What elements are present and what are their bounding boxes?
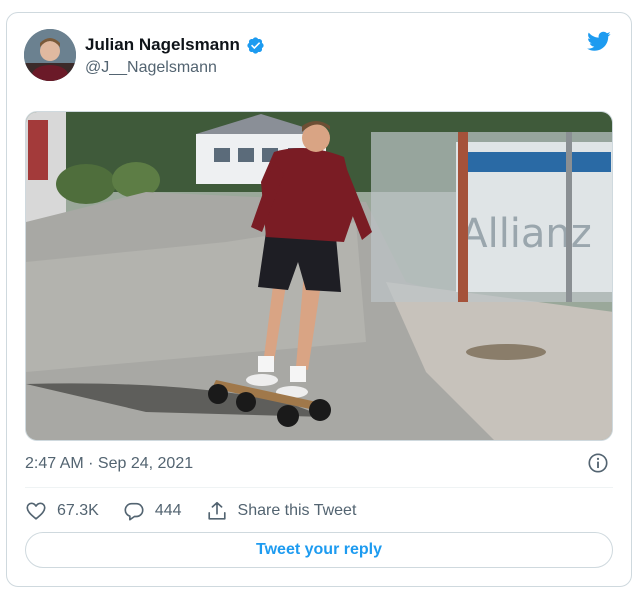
author-name[interactable]: Julian Nagelsmann <box>85 35 240 55</box>
tweet-timestamp[interactable]: 2:47 AM · Sep 24, 2021 <box>25 455 193 473</box>
allianz-sign: Allianz <box>460 211 592 257</box>
tweet-actions: 67.3K 444 Share this Tweet <box>25 497 380 525</box>
tweet-photo[interactable]: Allianz <box>25 111 613 441</box>
share-label: Share this Tweet <box>237 502 357 519</box>
reply-count-button[interactable]: 444 <box>123 500 182 522</box>
verified-badge-icon <box>247 36 264 54</box>
like-count: 67.3K <box>57 502 99 519</box>
share-button[interactable]: Share this Tweet <box>206 500 357 522</box>
reply-count: 444 <box>154 502 182 519</box>
info-icon[interactable] <box>587 452 609 474</box>
heart-icon <box>26 502 46 520</box>
twitter-logo-icon[interactable] <box>585 29 613 53</box>
reply-icon <box>124 502 144 521</box>
tweet-your-reply-button[interactable]: Tweet your reply <box>25 532 613 568</box>
like-button[interactable]: 67.3K <box>25 500 99 522</box>
author-handle[interactable]: @J__Nagelsmann <box>85 59 217 77</box>
avatar[interactable] <box>24 29 76 81</box>
divider <box>25 487 613 488</box>
share-icon <box>207 501 226 520</box>
tweet-card: Julian Nagelsmann @J__Nagelsmann Allianz… <box>6 12 632 587</box>
